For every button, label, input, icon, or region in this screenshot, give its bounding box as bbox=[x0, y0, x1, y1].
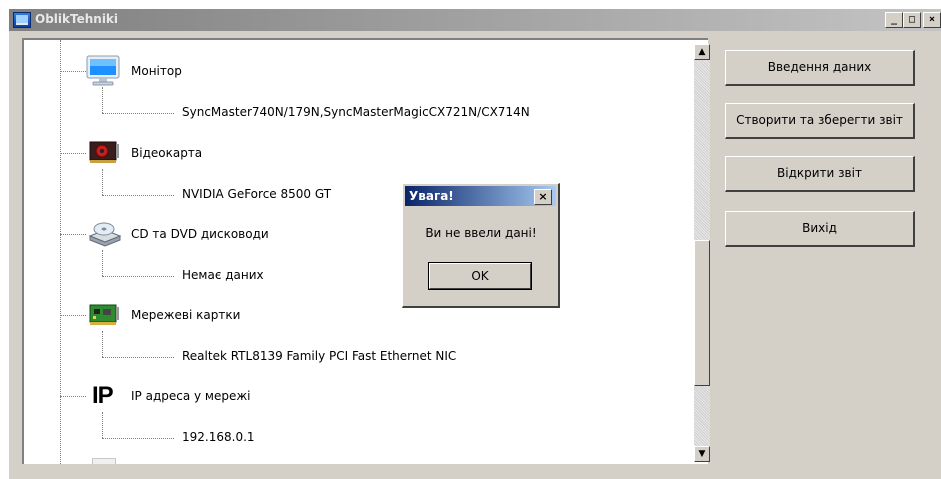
tree-node-network-cards[interactable]: Мережеві картки bbox=[131, 308, 240, 322]
tree-connector bbox=[102, 195, 174, 196]
optical-drive-icon bbox=[88, 220, 122, 251]
tree-connector bbox=[102, 169, 103, 195]
tree-connector bbox=[60, 396, 86, 397]
scroll-thumb[interactable] bbox=[694, 240, 710, 386]
dialog-close-button[interactable]: × bbox=[534, 189, 552, 205]
tree-connector bbox=[102, 87, 103, 113]
video-card-icon bbox=[88, 138, 120, 171]
tree-connector bbox=[60, 234, 86, 235]
window-title: OblikTehniki bbox=[35, 12, 119, 26]
scroll-up-button[interactable]: ▲ bbox=[694, 44, 710, 60]
device-tree[interactable]: Монітор SyncMaster740N/179N,SyncMasterMa… bbox=[22, 38, 708, 464]
dialog-ok-button[interactable]: OK bbox=[428, 262, 532, 290]
tree-scrollbar[interactable]: ▲ ▼ bbox=[694, 44, 710, 462]
create-save-report-button[interactable]: Створити та зберегти звіт bbox=[725, 103, 915, 139]
enter-data-button[interactable]: Введення даних bbox=[725, 50, 915, 86]
app-icon bbox=[13, 12, 31, 28]
monitor-icon bbox=[86, 55, 120, 90]
tree-leaf-network-cards[interactable]: Realtek RTL8139 Family PCI Fast Ethernet… bbox=[182, 349, 456, 363]
exit-button[interactable]: Вихід bbox=[725, 211, 915, 247]
close-button[interactable]: × bbox=[923, 12, 941, 28]
ip-icon: IP bbox=[92, 382, 114, 409]
tree-connector bbox=[102, 276, 174, 277]
network-card-icon bbox=[88, 302, 120, 331]
tree-leaf-ip-address[interactable]: 192.168.0.1 bbox=[182, 430, 255, 444]
tree-connector bbox=[102, 357, 174, 358]
tree-leaf-monitor[interactable]: SyncMaster740N/179N,SyncMasterMagicCX721… bbox=[182, 105, 530, 119]
tree-connector bbox=[102, 113, 174, 114]
scroll-down-button[interactable]: ▼ bbox=[694, 446, 710, 462]
tree-connector bbox=[102, 250, 103, 276]
dialog-title: Увага! bbox=[409, 189, 454, 203]
dialog-title-bar[interactable]: Увага! × bbox=[405, 186, 556, 206]
partial-device-icon bbox=[92, 458, 116, 464]
maximize-button[interactable]: □ bbox=[903, 12, 921, 28]
tree-leaf-video-card[interactable]: NVIDIA GeForce 8500 GT bbox=[182, 187, 331, 201]
tree-leaf-optical-drives[interactable]: Немає даних bbox=[182, 268, 264, 282]
open-report-button[interactable]: Відкрити звіт bbox=[725, 156, 915, 192]
dialog-message: Ви не ввели дані! bbox=[425, 226, 537, 240]
tree-connector bbox=[60, 71, 86, 72]
minimize-button[interactable]: _ bbox=[885, 12, 903, 28]
tree-node-optical-drives[interactable]: CD та DVD дисководи bbox=[131, 227, 269, 241]
tree-connector bbox=[102, 331, 103, 357]
tree-connector bbox=[60, 153, 86, 154]
dialog-ok-label: OK bbox=[429, 263, 531, 289]
title-bar[interactable]: OblikTehniki _ □ × bbox=[9, 9, 941, 31]
tree-node-video-card[interactable]: Відеокарта bbox=[131, 146, 202, 160]
warning-dialog: Увага! × Ви не ввели дані! OK bbox=[402, 183, 560, 308]
tree-connector bbox=[102, 412, 103, 438]
tree-node-ip-address[interactable]: IP адреса у мережі bbox=[131, 389, 251, 403]
tree-connector bbox=[102, 438, 174, 439]
tree-connector bbox=[60, 315, 86, 316]
tree-trunk-line bbox=[60, 40, 61, 464]
tree-node-monitor[interactable]: Монітор bbox=[131, 64, 182, 78]
